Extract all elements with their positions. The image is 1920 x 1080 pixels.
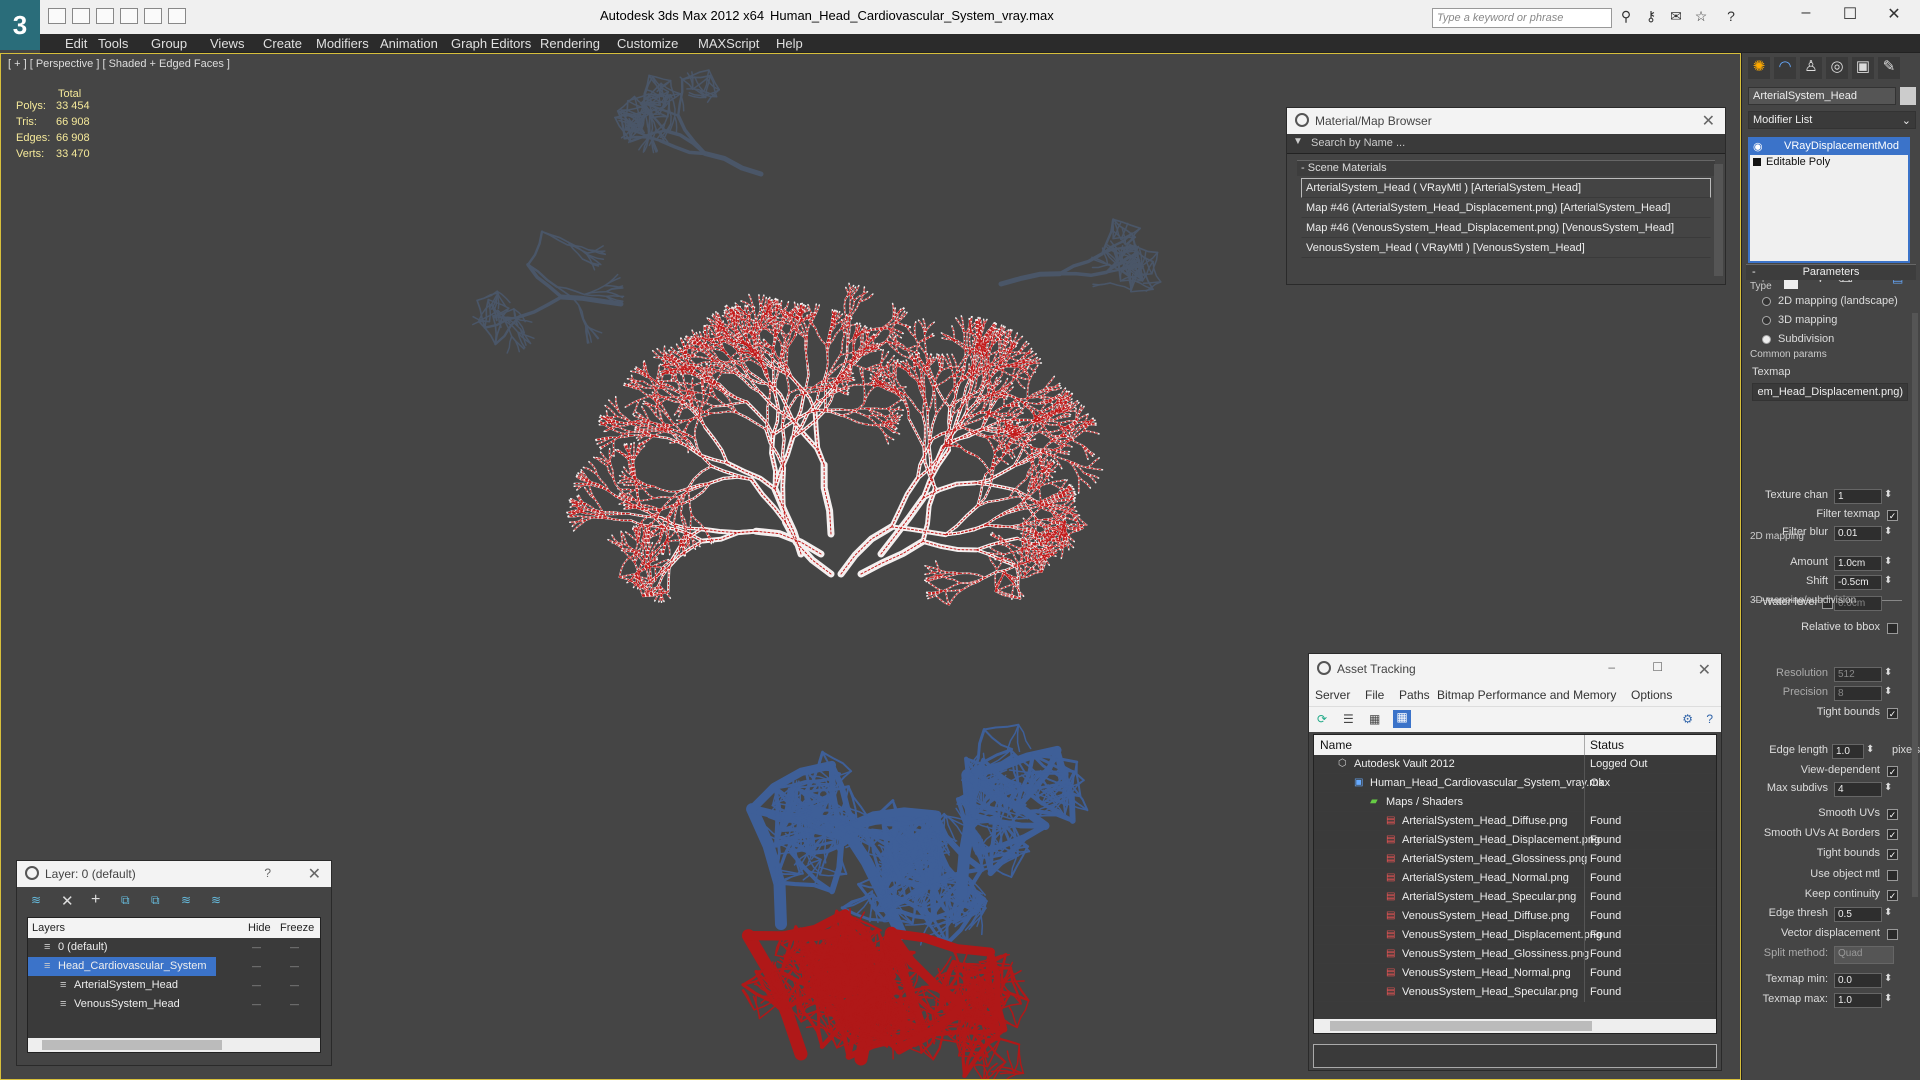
vessel-segment xyxy=(483,298,490,329)
vessel-segment xyxy=(588,460,598,476)
menu-modifiers[interactable]: Modifiers xyxy=(316,36,369,51)
close-button[interactable]: ✕ xyxy=(1874,4,1914,28)
vessel-segment xyxy=(752,527,825,558)
vessel-segment xyxy=(985,436,996,457)
undo-icon[interactable] xyxy=(120,8,138,24)
vessel-segment xyxy=(583,290,607,296)
vessel-segment xyxy=(1017,723,1032,750)
vessel-segment xyxy=(830,925,871,929)
vessel-segment xyxy=(771,485,805,558)
help-icon[interactable]: ? xyxy=(1722,8,1740,26)
vessel-segment xyxy=(985,509,1018,526)
favorites-icon[interactable]: ☆ xyxy=(1692,8,1710,26)
vessel-segment xyxy=(957,1054,989,1058)
vessel-segment xyxy=(819,866,848,875)
vessel-segment xyxy=(517,295,564,319)
vessel-segment xyxy=(1006,1072,1025,1079)
vessel-segment xyxy=(944,897,950,945)
menu-edit[interactable]: Edit xyxy=(65,36,87,51)
title-bar: 3 Autodesk 3ds Max 2012 x64 Human_Head_C… xyxy=(0,0,1920,50)
menu-rendering[interactable]: Rendering xyxy=(540,36,600,51)
vessel-segment xyxy=(526,262,564,299)
vessel-segment xyxy=(702,151,764,177)
vessel-segment xyxy=(863,386,876,405)
vessel-segment xyxy=(741,989,755,1011)
vessel-segment xyxy=(814,327,827,346)
vessel-segment xyxy=(774,785,780,847)
file-title: Human_Head_Cardiovascular_System_vray.ma… xyxy=(770,8,1054,23)
app-logo-icon[interactable]: 3 xyxy=(0,0,40,50)
vessel-segment xyxy=(983,723,1020,731)
vessel-segment xyxy=(618,558,629,578)
vessel-segment xyxy=(526,230,544,266)
vessel-segment xyxy=(1092,282,1111,286)
vessel-segment xyxy=(1058,270,1108,278)
vessel-segment xyxy=(971,1060,984,1079)
vessel-segment xyxy=(998,271,1063,287)
communication-icon[interactable]: ✉ xyxy=(1667,8,1685,26)
vessel-segment xyxy=(1032,769,1069,773)
menu-views[interactable]: Views xyxy=(210,36,244,51)
vessel-segment xyxy=(920,538,979,553)
keyword-search-input[interactable]: Type a keyword or phrase xyxy=(1432,8,1612,28)
vessel-segment xyxy=(982,1057,986,1079)
vessel-segment xyxy=(1058,252,1104,276)
subscription-icon[interactable]: ⚷ xyxy=(1642,8,1660,26)
vessel-segment xyxy=(605,295,625,298)
vessel-segment xyxy=(1013,1043,1020,1074)
menu-group[interactable]: Group xyxy=(151,36,187,51)
save-file-icon[interactable] xyxy=(96,8,114,24)
vessel-segment xyxy=(673,115,678,135)
project-folder-icon[interactable] xyxy=(168,8,186,24)
vessel-segment xyxy=(1018,1043,1025,1075)
open-file-icon[interactable] xyxy=(72,8,90,24)
vessel-segment xyxy=(556,285,586,296)
vessel-segment xyxy=(937,974,962,978)
vessel-segment xyxy=(487,298,492,323)
binoculars-icon[interactable]: ⚲ xyxy=(1617,8,1635,26)
vessel-segment xyxy=(668,100,672,125)
app-title: Autodesk 3ds Max 2012 x64 xyxy=(600,8,765,23)
vessel-wireframe xyxy=(1049,479,1066,484)
vessel-segment xyxy=(1130,288,1154,293)
vessel-segment xyxy=(583,293,608,298)
menu-bar: Edit Tools Group Views Create Modifiers Animat… xyxy=(40,34,1920,53)
vessel-segment xyxy=(820,461,835,538)
vessel-segment xyxy=(1091,263,1111,269)
menu-customize[interactable]: Customize xyxy=(617,36,678,51)
menu-maxscript[interactable]: MAXScript xyxy=(698,36,759,51)
vessel-segment xyxy=(577,304,588,327)
vessel-segment xyxy=(818,873,848,877)
vessel-segment xyxy=(948,588,964,606)
new-file-icon[interactable] xyxy=(48,8,66,24)
menu-help[interactable]: Help xyxy=(776,36,803,51)
menu-animation[interactable]: Animation xyxy=(380,36,438,51)
menu-create[interactable]: Create xyxy=(263,36,302,51)
menu-tools[interactable]: Tools xyxy=(98,36,128,51)
vessel-segment xyxy=(1016,723,1021,753)
vessel-segment xyxy=(923,321,936,336)
vessel-wireframe xyxy=(649,556,651,584)
vessel-segment xyxy=(541,230,569,246)
vessel-segment xyxy=(506,335,513,354)
maximize-button[interactable]: ☐ xyxy=(1830,4,1870,28)
redo-icon[interactable] xyxy=(144,8,162,24)
vessel-segment xyxy=(745,400,775,437)
vessel-segment xyxy=(1109,282,1132,291)
menu-graph-editors[interactable]: Graph Editors xyxy=(451,36,531,51)
minimize-button[interactable]: – xyxy=(1786,4,1826,28)
vessel-segment xyxy=(1111,220,1115,240)
